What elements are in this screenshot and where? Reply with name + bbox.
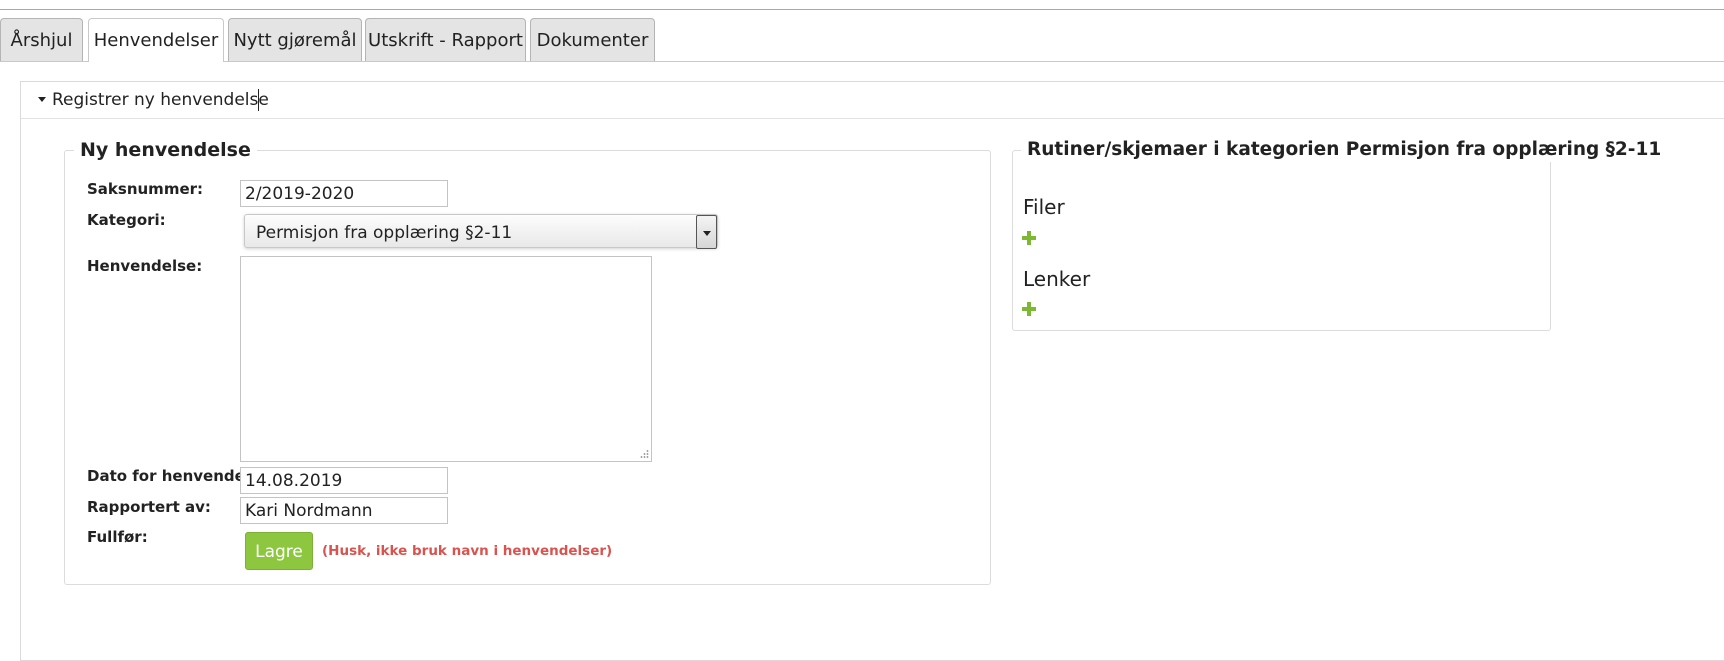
complete-label: Fullfør:	[87, 528, 148, 546]
text-cursor	[258, 89, 259, 111]
tab-dokumenter[interactable]: Dokumenter	[530, 18, 655, 61]
accordion-header[interactable]: Registrer ny henvendelse	[21, 82, 1724, 119]
tab-utskrift-rapport[interactable]: Utskrift - Rapport	[365, 18, 526, 61]
routines-fieldset	[1012, 150, 1551, 331]
save-button[interactable]: Lagre	[245, 532, 313, 570]
tab-henvendelser[interactable]: Henvendelser	[88, 18, 224, 62]
files-heading: Filer	[1023, 195, 1065, 219]
new-inquiry-legend: Ny henvendelse	[74, 138, 257, 162]
chevron-down-icon[interactable]	[696, 215, 717, 249]
reported-by-field[interactable]: Kari Nordmann	[240, 497, 448, 524]
date-field[interactable]: 14.08.2019	[240, 467, 448, 494]
case-number-label: Saksnummer:	[87, 180, 204, 198]
case-number-field[interactable]: 2/2019-2020	[240, 180, 448, 207]
tab-arshjul[interactable]: Årshjul	[0, 18, 83, 61]
category-label: Kategori:	[87, 211, 166, 229]
top-divider	[0, 9, 1724, 10]
caret-down-icon	[38, 97, 46, 102]
privacy-note: (Husk, ikke bruk navn i henvendelser)	[322, 543, 613, 559]
reported-by-label: Rapportert av:	[87, 498, 211, 516]
links-heading: Lenker	[1023, 267, 1091, 291]
accordion-title: Registrer ny henvendelse	[52, 90, 269, 110]
inquiry-textarea[interactable]	[240, 256, 652, 462]
resize-grip-icon[interactable]	[639, 449, 649, 459]
inquiry-label: Henvendelse:	[87, 257, 203, 275]
tab-nytt-gjoremal[interactable]: Nytt gjøremål	[228, 18, 362, 61]
category-select[interactable]: Permisjon fra opplæring §2-11	[244, 214, 718, 249]
add-link-plus-icon[interactable]	[1022, 302, 1036, 316]
category-selected-value: Permisjon fra opplæring §2-11	[256, 223, 513, 243]
add-file-plus-icon[interactable]	[1022, 231, 1036, 245]
routines-legend: Rutiner/skjemaer i kategorien Permisjon …	[1021, 138, 1668, 162]
